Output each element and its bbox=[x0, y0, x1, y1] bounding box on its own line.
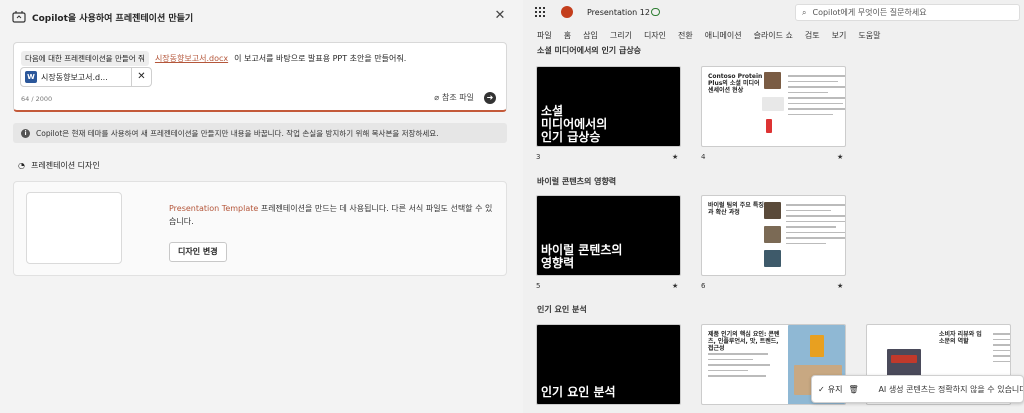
slide-title-text: 바이럴 콘텐츠의 영향력 bbox=[541, 243, 623, 270]
slide-number: 5 bbox=[536, 282, 541, 290]
template-name: Presentation Template bbox=[169, 204, 259, 213]
slide-number: 4 bbox=[701, 153, 706, 161]
tab-help[interactable]: 도움말 bbox=[858, 30, 880, 41]
info-icon: i bbox=[21, 128, 30, 138]
attached-file-chip[interactable]: W 시장동향보고서.d... ✕ bbox=[20, 67, 152, 87]
slide-thumbnail-7[interactable]: 인기 요인 분석 bbox=[536, 324, 681, 405]
template-thumbnail bbox=[26, 192, 122, 264]
slide-title-text: 소비자 리뷰와 입소문의 역할 bbox=[939, 331, 982, 345]
slide-image bbox=[762, 97, 784, 111]
ribbon-tabs: 파일 홈 삽입 그리기 디자인 전환 애니메이션 슬라이드 쇼 검토 보기 도움… bbox=[523, 26, 1024, 44]
slide-star-icon[interactable]: ★ bbox=[672, 153, 678, 161]
slide-star-icon[interactable]: ★ bbox=[837, 282, 843, 290]
tab-review[interactable]: 검토 bbox=[805, 30, 820, 41]
reference-file-button[interactable]: ⌀ 참조 파일 bbox=[434, 92, 474, 103]
slide-thumbnail-5[interactable]: 바이럴 콘텐츠의 영향력 bbox=[536, 195, 681, 276]
remove-file-icon[interactable]: ✕ bbox=[131, 68, 151, 86]
powerpoint-logo-icon bbox=[561, 6, 573, 18]
slide-body-lines bbox=[786, 204, 845, 248]
copilot-create-icon bbox=[12, 11, 26, 23]
prompt-starter-chip[interactable]: 다음에 대한 프레젠테이션을 만들어 줘 bbox=[21, 51, 149, 66]
trash-icon[interactable]: 🗑 bbox=[848, 385, 858, 394]
close-icon[interactable]: ✕ bbox=[493, 9, 507, 23]
tab-slideshow[interactable]: 슬라이드 쇼 bbox=[754, 30, 793, 41]
saved-cloud-icon[interactable] bbox=[651, 8, 660, 16]
slide-image bbox=[764, 250, 781, 267]
slide-thumbnail-3[interactable]: 소셜 미디어에서의 인기 급상승 bbox=[536, 66, 681, 147]
paperclip-icon: ⌀ bbox=[434, 93, 440, 102]
tab-animations[interactable]: 애니메이션 bbox=[705, 30, 742, 41]
slide-thumbnail-6[interactable]: 바이럴 팀의 주요 특징과 확산 과정 bbox=[701, 195, 846, 276]
tab-transitions[interactable]: 전환 bbox=[678, 30, 693, 41]
search-placeholder: Copilot에게 무엇이든 질문하세요 bbox=[812, 8, 927, 17]
powerpoint-window: Presentation 12 ⌕ Copilot에게 무엇이든 질문하세요 파… bbox=[523, 0, 1024, 413]
info-text: Copilot은 현재 테마를 사용하여 새 프레젠테이션을 만들지만 내용을 … bbox=[36, 128, 439, 138]
copilot-panel: Copilot을 사용하여 프레젠테이션 만들기 ✕ 다음에 대한 프레젠테이션… bbox=[0, 0, 523, 413]
slide-image bbox=[764, 226, 781, 243]
tab-insert[interactable]: 삽입 bbox=[583, 30, 598, 41]
checkmark-icon: ✓ bbox=[818, 384, 825, 394]
slide-star-icon[interactable]: ★ bbox=[837, 153, 843, 161]
slide-title-text: 바이럴 팀의 주요 특징과 확산 과정 bbox=[708, 202, 764, 216]
word-file-icon: W bbox=[25, 71, 37, 83]
tab-home[interactable]: 홈 bbox=[564, 30, 571, 41]
slide-thumbnail-4[interactable]: Contoso Protein Plus의 소셜 미디어 센세이션 현상 bbox=[701, 66, 846, 147]
attached-file-name: 시장동향보고서.d... bbox=[41, 72, 108, 82]
prompt-input[interactable]: 다음에 대한 프레젠테이션을 만들어 줘 시장동향보고서.docx 이 보고서를… bbox=[13, 42, 507, 112]
section-title[interactable]: 바이럴 콘텐츠의 영향력 bbox=[537, 176, 616, 187]
slide-sorter: 소셜 미디어에서의 인기 급상승 소셜 미디어에서의 인기 급상승 3 ★ Co… bbox=[523, 44, 1024, 413]
slide-number: 3 bbox=[536, 153, 541, 161]
design-section-header: ◔ 프레젠테이션 디자인 bbox=[18, 160, 100, 171]
search-icon: ⌕ bbox=[802, 7, 807, 17]
prompt-body: 이 보고서를 바탕으로 발표용 PPT 초안을 만들어줘. bbox=[234, 54, 407, 63]
slide-title-text: 소셜 미디어에서의 인기 급상승 bbox=[541, 104, 608, 144]
search-input[interactable]: ⌕ Copilot에게 무엇이든 질문하세요 bbox=[795, 4, 1020, 21]
slide-image bbox=[891, 355, 917, 363]
tab-file[interactable]: 파일 bbox=[537, 30, 552, 41]
palette-icon: ◔ bbox=[18, 161, 25, 170]
keep-label: 유지 bbox=[827, 384, 843, 394]
tab-design[interactable]: 디자인 bbox=[644, 30, 666, 41]
section-title[interactable]: 인기 요인 분석 bbox=[537, 304, 587, 315]
design-card: Presentation Template 프레젠테이션을 만드는 데 사용됩니… bbox=[13, 181, 507, 276]
char-count: 64 / 2000 bbox=[21, 95, 53, 103]
ai-content-toast: ✓ 유지 🗑 AI 생성 콘텐츠는 정확하지 않을 수 있습니다 bbox=[811, 375, 1024, 403]
section-title[interactable]: 소셜 미디어에서의 인기 급상승 bbox=[537, 45, 641, 56]
slide-title-text: 인기 요인 분석 bbox=[541, 385, 616, 399]
reference-file-label: 참조 파일 bbox=[442, 93, 474, 102]
slide-body-lines bbox=[708, 353, 778, 381]
app-launcher-icon[interactable] bbox=[535, 7, 545, 17]
slide-body-lines bbox=[788, 75, 845, 119]
slide-title-text: Contoso Protein Plus의 소셜 미디어 센세이션 현상 bbox=[708, 73, 763, 94]
tab-view[interactable]: 보기 bbox=[832, 30, 847, 41]
presentation-title[interactable]: Presentation 12 bbox=[587, 8, 650, 17]
slide-star-icon[interactable]: ★ bbox=[672, 282, 678, 290]
keep-button[interactable]: ✓ 유지 bbox=[818, 384, 842, 395]
tab-draw[interactable]: 그리기 bbox=[610, 30, 632, 41]
info-banner: i Copilot은 현재 테마를 사용하여 새 프레젠테이션을 만들지만 내용… bbox=[13, 123, 507, 143]
slide-body-lines bbox=[993, 333, 1010, 366]
slide-image bbox=[764, 202, 781, 219]
template-description: Presentation Template 프레젠테이션을 만드는 데 사용됩니… bbox=[169, 202, 499, 228]
ai-warning-text: AI 생성 콘텐츠는 정확하지 않을 수 있습니다 bbox=[878, 384, 1024, 394]
slide-image bbox=[766, 119, 772, 133]
slide-title-text: 제품 인기의 핵심 요인: 콘텐츠, 인플루언서, 맛, 트렌드, 접근성 bbox=[708, 331, 780, 352]
slide-image bbox=[810, 335, 824, 357]
panel-title: Copilot을 사용하여 프레젠테이션 만들기 bbox=[32, 13, 194, 24]
slide-image bbox=[764, 72, 781, 89]
title-bar: Presentation 12 ⌕ Copilot에게 무엇이든 질문하세요 bbox=[523, 0, 1024, 26]
change-design-button[interactable]: 디자인 변경 bbox=[169, 242, 227, 262]
design-section-label: 프레젠테이션 디자인 bbox=[30, 161, 100, 170]
prompt-text: 다음에 대한 프레젠테이션을 만들어 줘 시장동향보고서.docx 이 보고서를… bbox=[21, 51, 406, 66]
panel-header: Copilot을 사용하여 프레젠테이션 만들기 bbox=[0, 0, 523, 34]
slide-number: 6 bbox=[701, 282, 706, 290]
send-button[interactable]: ➜ bbox=[484, 92, 496, 104]
file-reference-link[interactable]: 시장동향보고서.docx bbox=[155, 53, 228, 64]
